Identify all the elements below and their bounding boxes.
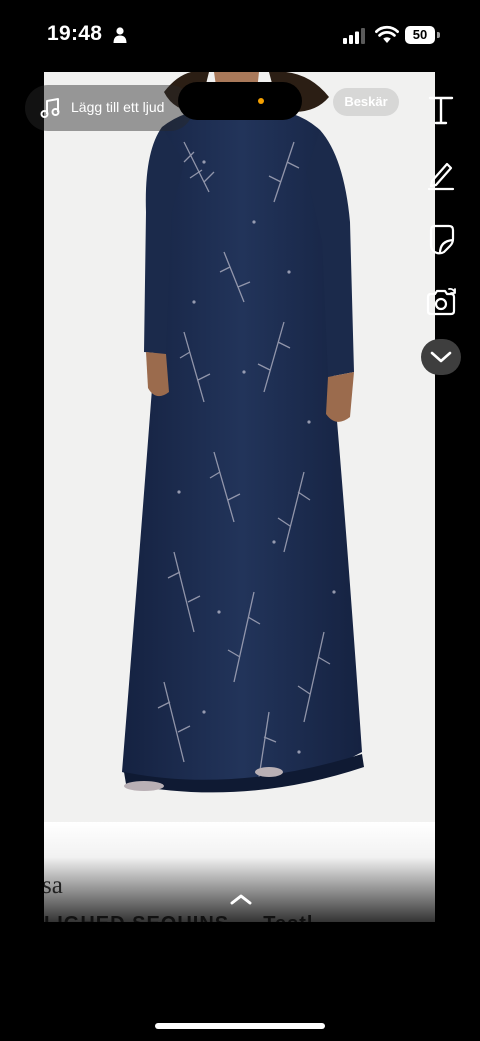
sticker-tool-icon[interactable] <box>423 220 459 256</box>
home-indicator[interactable] <box>155 1023 325 1029</box>
music-note-icon <box>40 98 60 118</box>
brand-text: sa <box>44 872 63 899</box>
camera-flip-icon[interactable] <box>423 284 459 320</box>
text-tool-icon[interactable] <box>423 92 459 128</box>
chevron-down-icon <box>430 351 452 363</box>
left-hand <box>146 352 169 397</box>
dynamic-island <box>178 82 302 120</box>
add-sound-label: Lägg till ett ljud <box>71 99 165 115</box>
signal-icon <box>343 28 365 44</box>
wifi-icon <box>375 25 399 43</box>
more-tools-button[interactable] <box>421 339 461 375</box>
right-hand <box>326 372 354 422</box>
caption-area: sa LIGHED SEQUINS — Testl.. <box>44 822 435 922</box>
right-shoe <box>255 767 283 777</box>
battery-cap <box>437 32 440 38</box>
battery-icon: 50 <box>405 26 435 44</box>
recording-indicator-dot <box>258 98 264 104</box>
person-icon <box>113 27 127 43</box>
product-title: LIGHED SEQUINS — Testl.. <box>44 913 327 922</box>
crop-button[interactable]: Beskär <box>333 88 399 116</box>
left-shoe <box>124 781 164 791</box>
status-bar: 19:48 50 <box>0 0 480 70</box>
add-sound-button[interactable]: Lägg till ett ljud <box>25 85 193 131</box>
pen-tool-icon[interactable] <box>423 156 459 192</box>
product-photo[interactable] <box>44 72 435 822</box>
dress-illustration <box>122 72 364 793</box>
status-time: 19:48 <box>47 22 103 45</box>
chevron-up-icon[interactable] <box>229 892 253 906</box>
